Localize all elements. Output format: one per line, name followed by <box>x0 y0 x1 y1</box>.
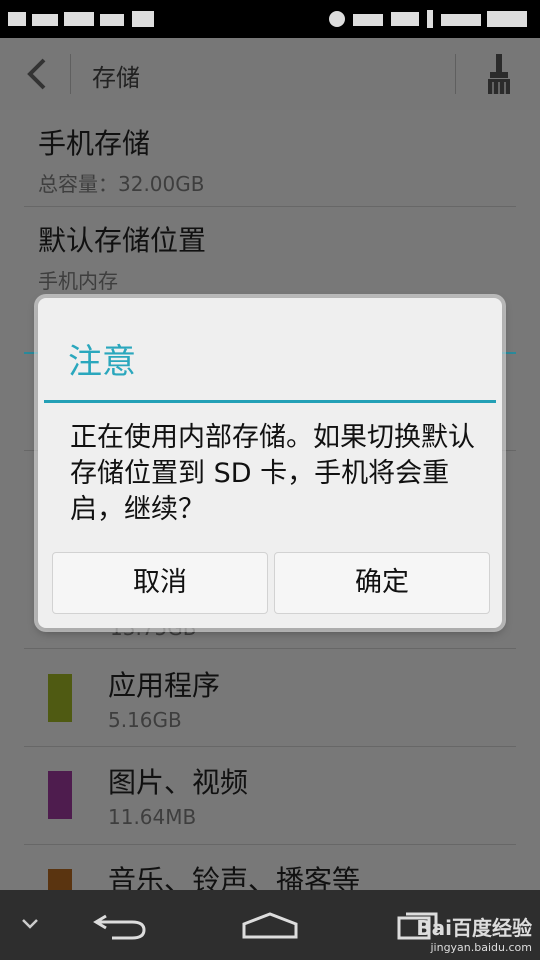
confirm-button[interactable]: 确定 <box>274 552 490 614</box>
watermark-url: jingyan.baidu.com <box>430 941 532 954</box>
default-location-row[interactable]: 默认存储位置 手机内存 <box>0 207 540 303</box>
category-size: 5.16GB <box>108 708 182 732</box>
music-color-swatch <box>48 869 72 890</box>
back-arrow-icon[interactable] <box>20 56 54 92</box>
category-row-music[interactable]: 音乐、铃声、播客等 <box>0 845 540 890</box>
category-label: 图片、视频 <box>108 766 249 799</box>
watermark: Bai百度经验 jingyan.baidu.com <box>416 912 532 954</box>
clean-brush-icon[interactable] <box>484 52 514 96</box>
status-bar <box>0 0 540 38</box>
default-location-label: 默认存储位置 <box>38 224 207 257</box>
system-status-icons <box>329 10 527 28</box>
home-icon[interactable] <box>240 910 300 940</box>
default-location-value: 手机内存 <box>38 269 118 293</box>
dialog-title-divider <box>44 400 496 403</box>
phone-storage-row[interactable]: 手机存储 总容量：32.00GB <box>0 110 540 206</box>
dialog-message: 正在使用内部存储。如果切换默认存储位置到 SD 卡，手机将会重启，继续？ <box>70 422 475 525</box>
app-bar-divider-right <box>455 54 456 94</box>
confirm-dialog: 注意 正在使用内部存储。如果切换默认存储位置到 SD 卡，手机将会重启，继续？ … <box>38 298 502 628</box>
app-bar-divider <box>70 54 71 94</box>
apps-color-swatch <box>48 674 72 722</box>
category-row-media[interactable]: 图片、视频 11.64MB <box>0 747 540 843</box>
watermark-brand: Bai百度经验 <box>416 916 532 940</box>
chevron-down-icon[interactable] <box>20 916 40 932</box>
notification-icons <box>8 11 154 27</box>
back-icon[interactable] <box>92 908 148 942</box>
category-label: 应用程序 <box>108 669 221 702</box>
dialog-title: 注意 <box>68 342 136 382</box>
category-label: 音乐、铃声、播客等 <box>108 864 361 890</box>
phone-storage-label: 手机存储 <box>38 127 151 160</box>
divider <box>24 648 516 649</box>
total-capacity-text: 总容量：32.00GB <box>38 172 205 196</box>
cancel-button[interactable]: 取消 <box>52 552 268 614</box>
navigation-bar: Bai百度经验 jingyan.baidu.com <box>0 890 540 960</box>
page-title: 存储 <box>92 64 140 92</box>
category-size: 11.64MB <box>108 805 197 829</box>
app-bar: 存储 <box>0 38 540 111</box>
category-row-apps[interactable]: 应用程序 5.16GB <box>0 650 540 746</box>
media-color-swatch <box>48 771 72 819</box>
